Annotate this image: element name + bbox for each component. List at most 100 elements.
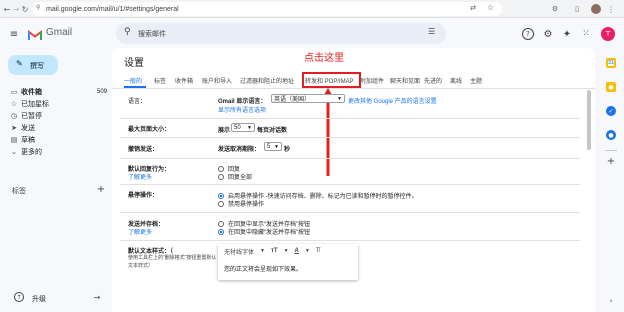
chevron-down-icon: ▼ — [337, 95, 342, 102]
apps-grid-icon[interactable]: ⁙ — [580, 28, 592, 40]
compose-label: 撰写 — [30, 63, 44, 70]
sidebar-item-drafts[interactable]: ▤ 草稿 — [7, 134, 107, 146]
hide-panel-icon[interactable]: › — [606, 296, 616, 306]
language-select[interactable]: 英语（美国） ▼ — [271, 94, 345, 103]
reply-radio[interactable] — [218, 165, 224, 172]
sidebar-nav: ▭ 收件箱 509 ☆ 已加星标 ◷ 已暂停 ➤ 发送 ▤ 草稿 ⌄ 更多的 — [7, 86, 107, 158]
sidepanel-icon[interactable]: ▯ — [572, 3, 582, 15]
support-icon[interactable]: ? — [522, 28, 534, 40]
tab-labels[interactable]: 标签 — [154, 76, 166, 85]
undo-period-select[interactable]: 5 ▼ — [264, 142, 282, 151]
upgrade-link[interactable]: 升级 — [32, 294, 46, 304]
address-bar[interactable]: ⚲ mail.google.com/mail/u/1/#settings/gen… — [32, 2, 502, 16]
back-icon[interactable]: ← — [3, 3, 11, 15]
row-divider — [120, 212, 580, 213]
settings-panel: 设置 一般的 标签 收件箱 账户和导入 过滤器和阻止的地址 转发和 POP/IM… — [112, 48, 595, 312]
tab-general[interactable]: 一般的 — [124, 76, 142, 85]
page-size-prefix: 展示 — [218, 128, 231, 134]
undo-send-label: 撤销发送： — [128, 147, 159, 153]
tab-filters[interactable]: 过滤器和阻止的地址 — [240, 76, 294, 85]
change-language-link[interactable]: 更改其他 Google 产品的语言设置 — [348, 96, 437, 105]
gmail-logo[interactable] — [28, 28, 42, 40]
reply-all-option[interactable]: 回复全部 — [218, 172, 252, 181]
tab-chat-meet[interactable]: 聊天和见面 — [390, 76, 420, 85]
sidebar-item-label: 已加星标 — [21, 101, 49, 108]
tab-divider — [112, 88, 595, 89]
page-size-suffix: 每页对话数 — [257, 128, 288, 134]
hide-send-archive-option[interactable]: 在回复中隐藏“发送并存档”按钮 — [218, 227, 310, 236]
pencil-icon: ✎ — [16, 59, 23, 68]
row-divider — [120, 137, 580, 138]
show-all-languages-link[interactable]: 显示所有语言选项 — [218, 105, 266, 114]
editor-toolbar: 无衬线字体 ▼ тT ▼ A ▼ T̸ — [218, 244, 358, 258]
panel-divider — [605, 150, 617, 151]
tab-accounts[interactable]: 账户和导入 — [202, 76, 232, 85]
reply-learn-more-link[interactable]: 了解更多 — [128, 172, 152, 181]
tab-themes[interactable]: 主题 — [470, 76, 482, 85]
get-addons-icon[interactable]: + — [606, 156, 616, 167]
undo-period-value: 5 — [267, 143, 271, 150]
tab-inbox[interactable]: 收件箱 — [175, 76, 193, 85]
browser-toolbar: ← → ↻ ⚲ mail.google.com/mail/u/1/#settin… — [0, 0, 624, 18]
row-divider — [120, 118, 580, 119]
hide-send-archive-radio[interactable] — [218, 228, 224, 235]
hover-enable-radio[interactable] — [218, 192, 224, 199]
search-options-icon[interactable]: ☰ — [428, 27, 435, 36]
star-icon: ☆ — [10, 101, 18, 108]
forward-icon[interactable]: → — [12, 3, 20, 15]
remove-formatting-icon[interactable]: T̸ — [316, 248, 320, 254]
contacts-icon[interactable]: ● — [606, 130, 616, 140]
hover-disable-option[interactable]: 禁用悬停操作 — [218, 199, 264, 208]
display-language-label: Gmail 显示语言： — [218, 99, 267, 105]
browser-menu-icon[interactable]: ⋮ — [607, 3, 615, 15]
font-size-icon[interactable]: тT — [271, 248, 278, 254]
hover-actions-label: 悬停操作： — [128, 193, 159, 199]
tab-offline[interactable]: 离线 — [450, 76, 462, 85]
sidebar-item-snoozed[interactable]: ◷ 已暂停 — [7, 110, 107, 122]
chevron-down-icon: ▼ — [274, 143, 279, 150]
sidebar-item-starred[interactable]: ☆ 已加星标 — [7, 98, 107, 110]
tab-addons[interactable]: 附加组件 — [360, 76, 384, 85]
site-info-icon[interactable]: ⚲ — [36, 4, 40, 11]
arrow-right-icon[interactable]: → — [92, 292, 102, 302]
tasks-icon[interactable]: ✓ — [606, 106, 616, 116]
hover-disable-label: 禁用悬停操作 — [228, 202, 265, 208]
settings-scrollbar[interactable] — [587, 90, 591, 150]
profile-avatar[interactable] — [591, 4, 601, 14]
sidebar-item-sent[interactable]: ➤ 发送 — [7, 122, 107, 134]
undo-period-prefix: 发送取消期限： — [218, 147, 261, 153]
tab-advanced[interactable]: 先进的 — [424, 76, 442, 85]
chevron-down-icon: ⌄ — [11, 149, 17, 156]
extensions-icon[interactable]: ⚙ — [550, 3, 560, 15]
reply-all-radio[interactable] — [218, 173, 224, 180]
url-text: mail.google.com/mail/u/1/#settings/gener… — [46, 5, 179, 13]
inbox-count: 509 — [96, 89, 107, 95]
gemini-icon[interactable]: ✦ — [561, 28, 573, 40]
hover-disable-radio[interactable] — [218, 200, 224, 207]
settings-gear-icon[interactable]: ⚙ — [542, 28, 554, 40]
page-size-label: 最大页面大小： — [128, 127, 171, 133]
page-size-select[interactable]: 50 ▼ — [231, 123, 255, 132]
search-icon[interactable]: ⚲ — [124, 27, 131, 37]
font-family-select[interactable]: 无衬线字体 — [224, 247, 254, 256]
add-label-icon[interactable]: + — [96, 184, 106, 195]
search-input[interactable]: 搜索邮件 — [138, 29, 166, 39]
reload-icon[interactable]: ↻ — [21, 3, 29, 15]
chevron-down-icon: ▼ — [283, 248, 289, 254]
bookmark-star-icon[interactable]: ☆ — [487, 3, 494, 12]
keep-icon[interactable]: ● — [606, 82, 616, 92]
show-send-archive-radio[interactable] — [218, 220, 224, 227]
account-avatar[interactable]: T — [601, 27, 615, 41]
sidebar-item-inbox[interactable]: ▭ 收件箱 509 — [7, 86, 107, 98]
sidebar-item-more[interactable]: ⌄ 更多的 — [7, 146, 107, 158]
search-bar[interactable]: ⚲ 搜索邮件 ☰ — [116, 23, 446, 44]
translate-icon[interactable]: ⇄ — [470, 4, 476, 12]
send-archive-learn-more-link[interactable]: 了解更多 — [128, 227, 152, 236]
main-menu-icon[interactable]: ≡ — [8, 28, 20, 40]
side-panel: 31 ● ✓ ● + › — [600, 48, 624, 312]
compose-button[interactable]: ✎ 撰写 — [8, 55, 58, 75]
text-color-icon[interactable]: A — [295, 248, 299, 254]
calendar-icon[interactable]: 31 — [606, 58, 616, 68]
undo-period-suffix: 秒 — [284, 147, 291, 153]
chevron-down-icon: ▼ — [247, 124, 252, 131]
